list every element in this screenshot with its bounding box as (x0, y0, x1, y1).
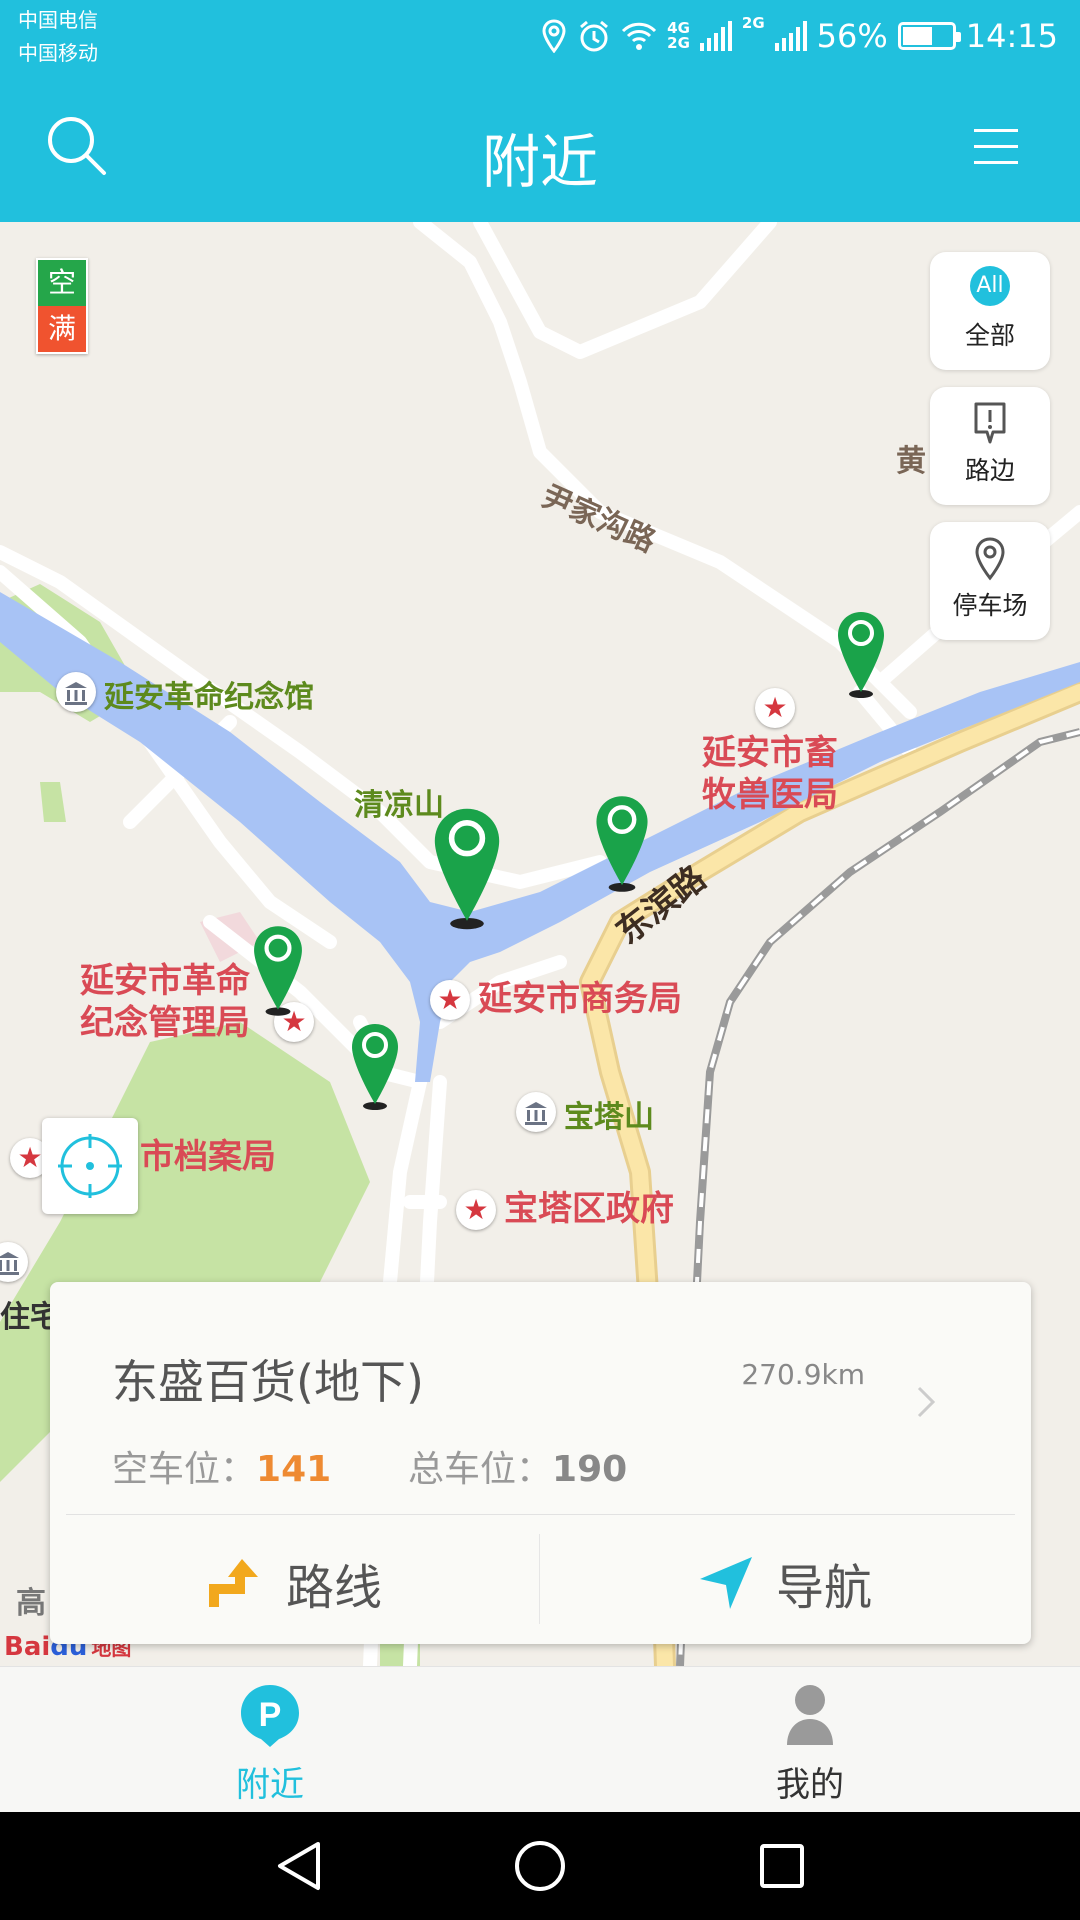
status-indicators: 4G 2G 2G 56% 14:15 (541, 14, 1058, 58)
battery-percent: 56% (816, 17, 888, 55)
all-icon: All (970, 266, 1010, 306)
place-label-edge-gao: 高 (16, 1586, 46, 1621)
crosshair-icon (58, 1134, 122, 1198)
museum-icon-2 (516, 1092, 556, 1132)
signal-icon (699, 21, 732, 51)
alarm-icon (580, 20, 609, 52)
poi-star-icon-district-gov[interactable]: ★ (456, 1190, 496, 1230)
page-title: 附近 (481, 128, 598, 196)
bottom-tab-bar: P 附近 我的 (0, 1666, 1080, 1812)
filter-roadside-button[interactable]: 路边 (930, 387, 1050, 505)
navigation-arrow-icon (699, 1557, 752, 1609)
chevron-right-icon[interactable] (911, 1382, 941, 1422)
poi-label-vet: 延安市畜 牧兽医局 (702, 733, 838, 815)
wifi-icon (622, 22, 657, 50)
navigate-label: 导航 (775, 1560, 872, 1616)
legend-full: 满 (38, 306, 86, 352)
clock: 14:15 (965, 17, 1058, 55)
svg-text:P: P (259, 1696, 282, 1734)
tab-nearby[interactable]: P 附近 (0, 1667, 540, 1813)
filter-roadside-label: 路边 (964, 456, 1015, 485)
parking-pin-marker-selected[interactable] (432, 806, 502, 932)
signal-icon-2 (774, 21, 807, 51)
home-icon[interactable] (512, 1838, 568, 1894)
carrier-2: 中国移动 (18, 41, 98, 65)
route-icon (208, 1559, 258, 1607)
menu-icon[interactable] (974, 129, 1018, 165)
network-type-2: 2G (741, 14, 765, 32)
recent-apps-icon[interactable] (754, 1838, 810, 1894)
card-divider (66, 1514, 1015, 1515)
location-pin-icon (975, 537, 1005, 581)
roadside-icon (974, 402, 1006, 444)
legend-free: 空 (38, 260, 86, 306)
filter-parking-lot-button[interactable]: 停车场 (930, 522, 1050, 640)
poi-label-district-gov: 宝塔区政府 (504, 1189, 674, 1229)
tab-nearby-label: 附近 (236, 1765, 304, 1805)
parking-pin-marker[interactable] (350, 1022, 400, 1112)
tab-mine-label: 我的 (776, 1765, 844, 1805)
filter-parking-lot-label: 停车场 (952, 591, 1028, 620)
tab-mine[interactable]: 我的 (540, 1667, 1080, 1813)
route-button[interactable]: 路线 (50, 1522, 540, 1644)
parking-lot-name: 东盛百货(地下) (112, 1355, 424, 1409)
filter-all-button[interactable]: All 全部 (930, 252, 1050, 370)
parking-icon: P (241, 1685, 299, 1747)
location-icon (542, 19, 566, 53)
route-label: 路线 (285, 1560, 382, 1616)
user-icon (787, 1685, 833, 1745)
parking-pin-marker[interactable] (594, 794, 650, 894)
system-navigation-bar (0, 1812, 1080, 1920)
status-bar: 中国电信 中国移动 4G 2G 2G 56% 14:15 (0, 0, 1080, 75)
place-label-baota: 宝塔山 (564, 1100, 654, 1135)
total-spaces: 总车位：190 (408, 1449, 628, 1490)
network-type: 4G 2G (667, 19, 690, 52)
poi-star-icon-commerce[interactable]: ★ (430, 980, 470, 1020)
parking-info-card[interactable]: 东盛百货(地下) 270.9km 空车位：141 总车位：190 路线 导航 (50, 1282, 1031, 1644)
museum-icon-3 (0, 1242, 28, 1282)
poi-label-commerce: 延安市商务局 (478, 979, 682, 1019)
place-label-memorial-hall: 延安革命纪念馆 (104, 680, 314, 715)
place-label-edge-huang: 黄 (896, 444, 926, 479)
locate-me-button[interactable] (42, 1118, 138, 1214)
app-bar: 附近 (0, 75, 1080, 222)
free-spaces: 空车位：141 (112, 1449, 332, 1490)
parking-pin-marker[interactable] (252, 924, 304, 1018)
parking-lot-distance: 270.9km (741, 1358, 865, 1391)
navigate-button[interactable]: 导航 (540, 1522, 1030, 1644)
filter-all-label: 全部 (964, 321, 1015, 350)
museum-icon (56, 672, 96, 712)
availability-legend: 空 满 (36, 258, 88, 354)
carrier-1: 中国电信 (18, 8, 98, 32)
back-icon[interactable] (270, 1838, 330, 1894)
poi-label-archives: 市档案局 (140, 1137, 276, 1177)
poi-label-revolution: 延安市革命 纪念管理局 (80, 961, 250, 1043)
place-label-qingliang: 清凉山 (354, 788, 444, 823)
poi-star-icon-vet[interactable]: ★ (755, 688, 795, 728)
parking-pin-marker[interactable] (836, 610, 886, 700)
battery-icon (897, 22, 961, 50)
